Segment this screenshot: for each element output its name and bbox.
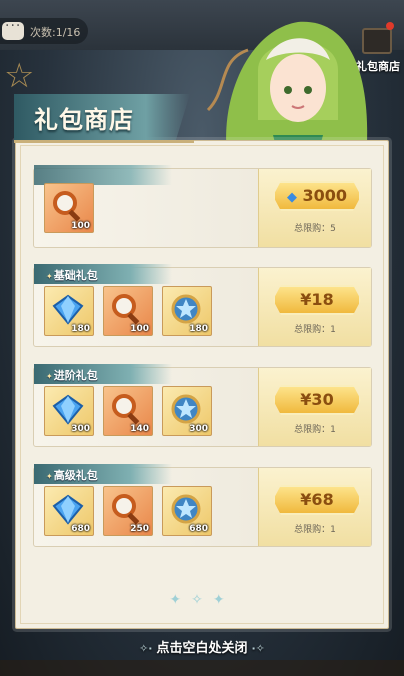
purchase-limit: 总限购：5 — [294, 224, 336, 234]
item-star-orb[interactable]: 680 — [162, 486, 212, 536]
price-area: ¥30 总限购：1 — [258, 368, 371, 446]
buy-button-price: ¥30 — [300, 390, 334, 409]
item-magnifier[interactable]: 250 — [103, 486, 153, 536]
buy-button-price: 3000 — [302, 186, 348, 205]
buy-button[interactable]: ¥68 — [273, 485, 361, 515]
diamond-icon — [52, 294, 84, 325]
buy-button[interactable]: ¥30 — [273, 385, 361, 415]
item-count: 300 — [189, 424, 208, 434]
pack-row-advanced: 进阶礼包 300 140 300 ¥30 总限购：1 — [33, 364, 372, 447]
star-orb-icon — [171, 394, 201, 424]
star-orb-icon — [171, 294, 201, 324]
price-area: ◆ 3000 总限购：5 — [258, 169, 371, 247]
purchase-limit: 总限购：1 — [294, 325, 336, 335]
item-diamond[interactable]: 180 — [44, 286, 94, 336]
bottom-strip — [0, 660, 404, 676]
counter-text: 次数:1/16 — [30, 26, 81, 39]
price-area: ¥68 总限购：1 — [258, 468, 371, 546]
purchase-limit: 总限购：1 — [294, 525, 336, 535]
item-magnifier[interactable]: 140 — [103, 386, 153, 436]
item-count: 140 — [130, 424, 149, 434]
buy-button-price: ¥68 — [300, 490, 334, 509]
title-banner-line — [14, 140, 194, 143]
item-count: 250 — [130, 524, 149, 534]
star-orb-icon — [171, 494, 201, 524]
pack-row-basic: 基础礼包 180 100 180 ¥18 总限购：1 — [33, 264, 372, 347]
item-magnifier[interactable]: 100 — [103, 286, 153, 336]
item-count: 680 — [189, 524, 208, 534]
pack-name: 高级礼包 — [46, 467, 98, 483]
pack-name: 基础礼包 — [46, 267, 98, 283]
magnifier-icon — [53, 191, 81, 222]
item-star-orb[interactable]: 180 — [162, 286, 212, 336]
chat-icon[interactable] — [2, 18, 24, 40]
star-decoration: ☆ — [4, 56, 35, 96]
row-header — [34, 165, 172, 185]
item-count: 300 — [71, 424, 90, 434]
item-count: 180 — [189, 324, 208, 334]
item-star-orb[interactable]: 300 — [162, 386, 212, 436]
close-hint-text: 点击空白处关闭 — [156, 641, 248, 656]
item-magnifier[interactable]: 100 — [44, 183, 94, 233]
magnifier-icon — [112, 394, 140, 425]
magnifier-icon — [112, 294, 140, 325]
item-diamond[interactable]: 680 — [44, 486, 94, 536]
price-area: ¥18 总限购：1 — [258, 268, 371, 346]
hint-right-ornament: ·✧ — [251, 642, 265, 655]
diamond-icon — [52, 394, 84, 425]
pack-row-single: 100 ◆ 3000 总限购：5 — [33, 165, 372, 248]
item-count: 180 — [71, 324, 90, 334]
pack-row-premium: 高级礼包 680 250 680 ¥68 总限购：1 — [33, 464, 372, 547]
page-title: 礼包商店 — [34, 106, 134, 134]
buy-button[interactable]: ◆ 3000 — [273, 181, 361, 211]
buy-button-price: ¥18 — [300, 290, 334, 309]
pack-name: 进阶礼包 — [46, 367, 98, 383]
buy-button[interactable]: ¥18 — [273, 285, 361, 315]
sparkle-decoration: ✦✧✦ — [169, 592, 235, 608]
close-hint[interactable]: ✧· 点击空白处关闭 ·✧ — [0, 637, 404, 656]
item-count: 100 — [71, 221, 90, 231]
item-count: 680 — [71, 524, 90, 534]
hint-left-ornament: ✧· — [139, 642, 153, 655]
diamond-icon — [52, 494, 84, 525]
purchase-limit: 总限购：1 — [294, 425, 336, 435]
diamond-icon: ◆ — [286, 190, 297, 205]
magnifier-icon — [112, 494, 140, 525]
item-count: 100 — [130, 324, 149, 334]
item-diamond[interactable]: 300 — [44, 386, 94, 436]
